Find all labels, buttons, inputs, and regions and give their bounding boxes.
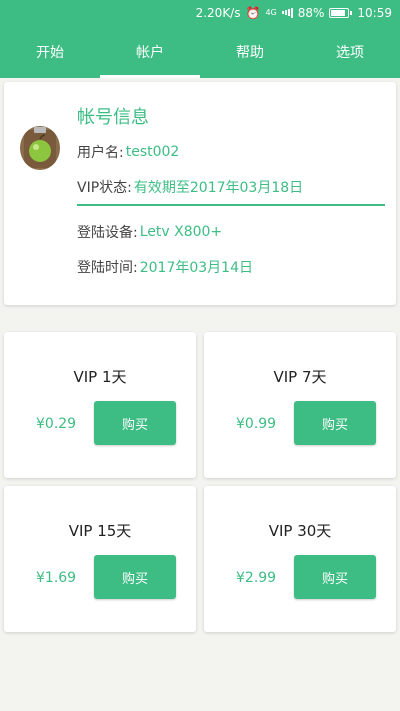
clock: 10:59 [357, 5, 392, 20]
plan-price: ¥2.99 [236, 570, 277, 586]
tab-label: 帐户 [136, 44, 164, 61]
status-bar: 2.20K/s ⏰ 4G 88% 10:59 [0, 0, 400, 25]
alarm-icon: ⏰ [245, 5, 261, 20]
plan-name: VIP 15天 [68, 522, 132, 540]
apple-clipboard-icon [20, 126, 60, 170]
tab-options[interactable]: 选项 [300, 25, 400, 78]
plan-price: ¥0.99 [236, 416, 277, 432]
vip-status-value: 有效期至2017年03月18日 [133, 180, 304, 196]
tab-help[interactable]: 帮助 [200, 25, 300, 78]
plan-card-15day: VIP 15天 ¥1.69 购买 [4, 486, 196, 632]
plan-card-7day: VIP 7天 ¥0.99 购买 [204, 332, 396, 478]
username-value: test002 [125, 144, 180, 160]
account-info-card: 帐号信息 用户名: test002 VIP状态: 有效期至2017年03月18日… [4, 82, 396, 305]
plan-price: ¥0.29 [36, 416, 77, 432]
signal-icon [281, 7, 293, 18]
tab-label: 开始 [36, 44, 64, 61]
network-type: 4G [265, 8, 277, 17]
plan-name: VIP 7天 [273, 368, 327, 386]
network-speed: 2.20K/s [195, 5, 241, 20]
login-time-row: 登陆时间: 2017年03月14日 [77, 257, 253, 277]
vip-status-row: VIP状态: 有效期至2017年03月18日 [77, 177, 303, 197]
device-row: 登陆设备: Letv X800+ [77, 222, 222, 242]
battery-icon [329, 7, 353, 18]
buy-button[interactable]: 购买 [294, 401, 376, 445]
login-time-value: 2017年03月14日 [139, 260, 253, 276]
divider [77, 204, 385, 206]
device-value: Letv X800+ [139, 224, 223, 240]
vip-status-label: VIP状态: [77, 180, 132, 196]
tab-start[interactable]: 开始 [0, 25, 100, 78]
tab-label: 选项 [336, 44, 364, 61]
buy-button[interactable]: 购买 [294, 555, 376, 599]
plan-card-1day: VIP 1天 ¥0.29 购买 [4, 332, 196, 478]
plan-name: VIP 1天 [73, 368, 127, 386]
plan-price: ¥1.69 [36, 570, 77, 586]
tab-label: 帮助 [236, 44, 264, 61]
buy-button[interactable]: 购买 [94, 401, 176, 445]
device-label: 登陆设备: [77, 225, 138, 241]
username-row: 用户名: test002 [77, 142, 179, 162]
login-time-label: 登陆时间: [77, 260, 138, 276]
username-label: 用户名: [77, 145, 124, 161]
tab-account[interactable]: 帐户 [100, 25, 200, 78]
battery-percent: 88% [297, 5, 325, 20]
account-title: 帐号信息 [77, 107, 149, 128]
tab-bar: 开始 帐户 帮助 选项 [0, 25, 400, 78]
plan-card-30day: VIP 30天 ¥2.99 购买 [204, 486, 396, 632]
buy-button[interactable]: 购买 [94, 555, 176, 599]
plan-name: VIP 30天 [268, 522, 332, 540]
